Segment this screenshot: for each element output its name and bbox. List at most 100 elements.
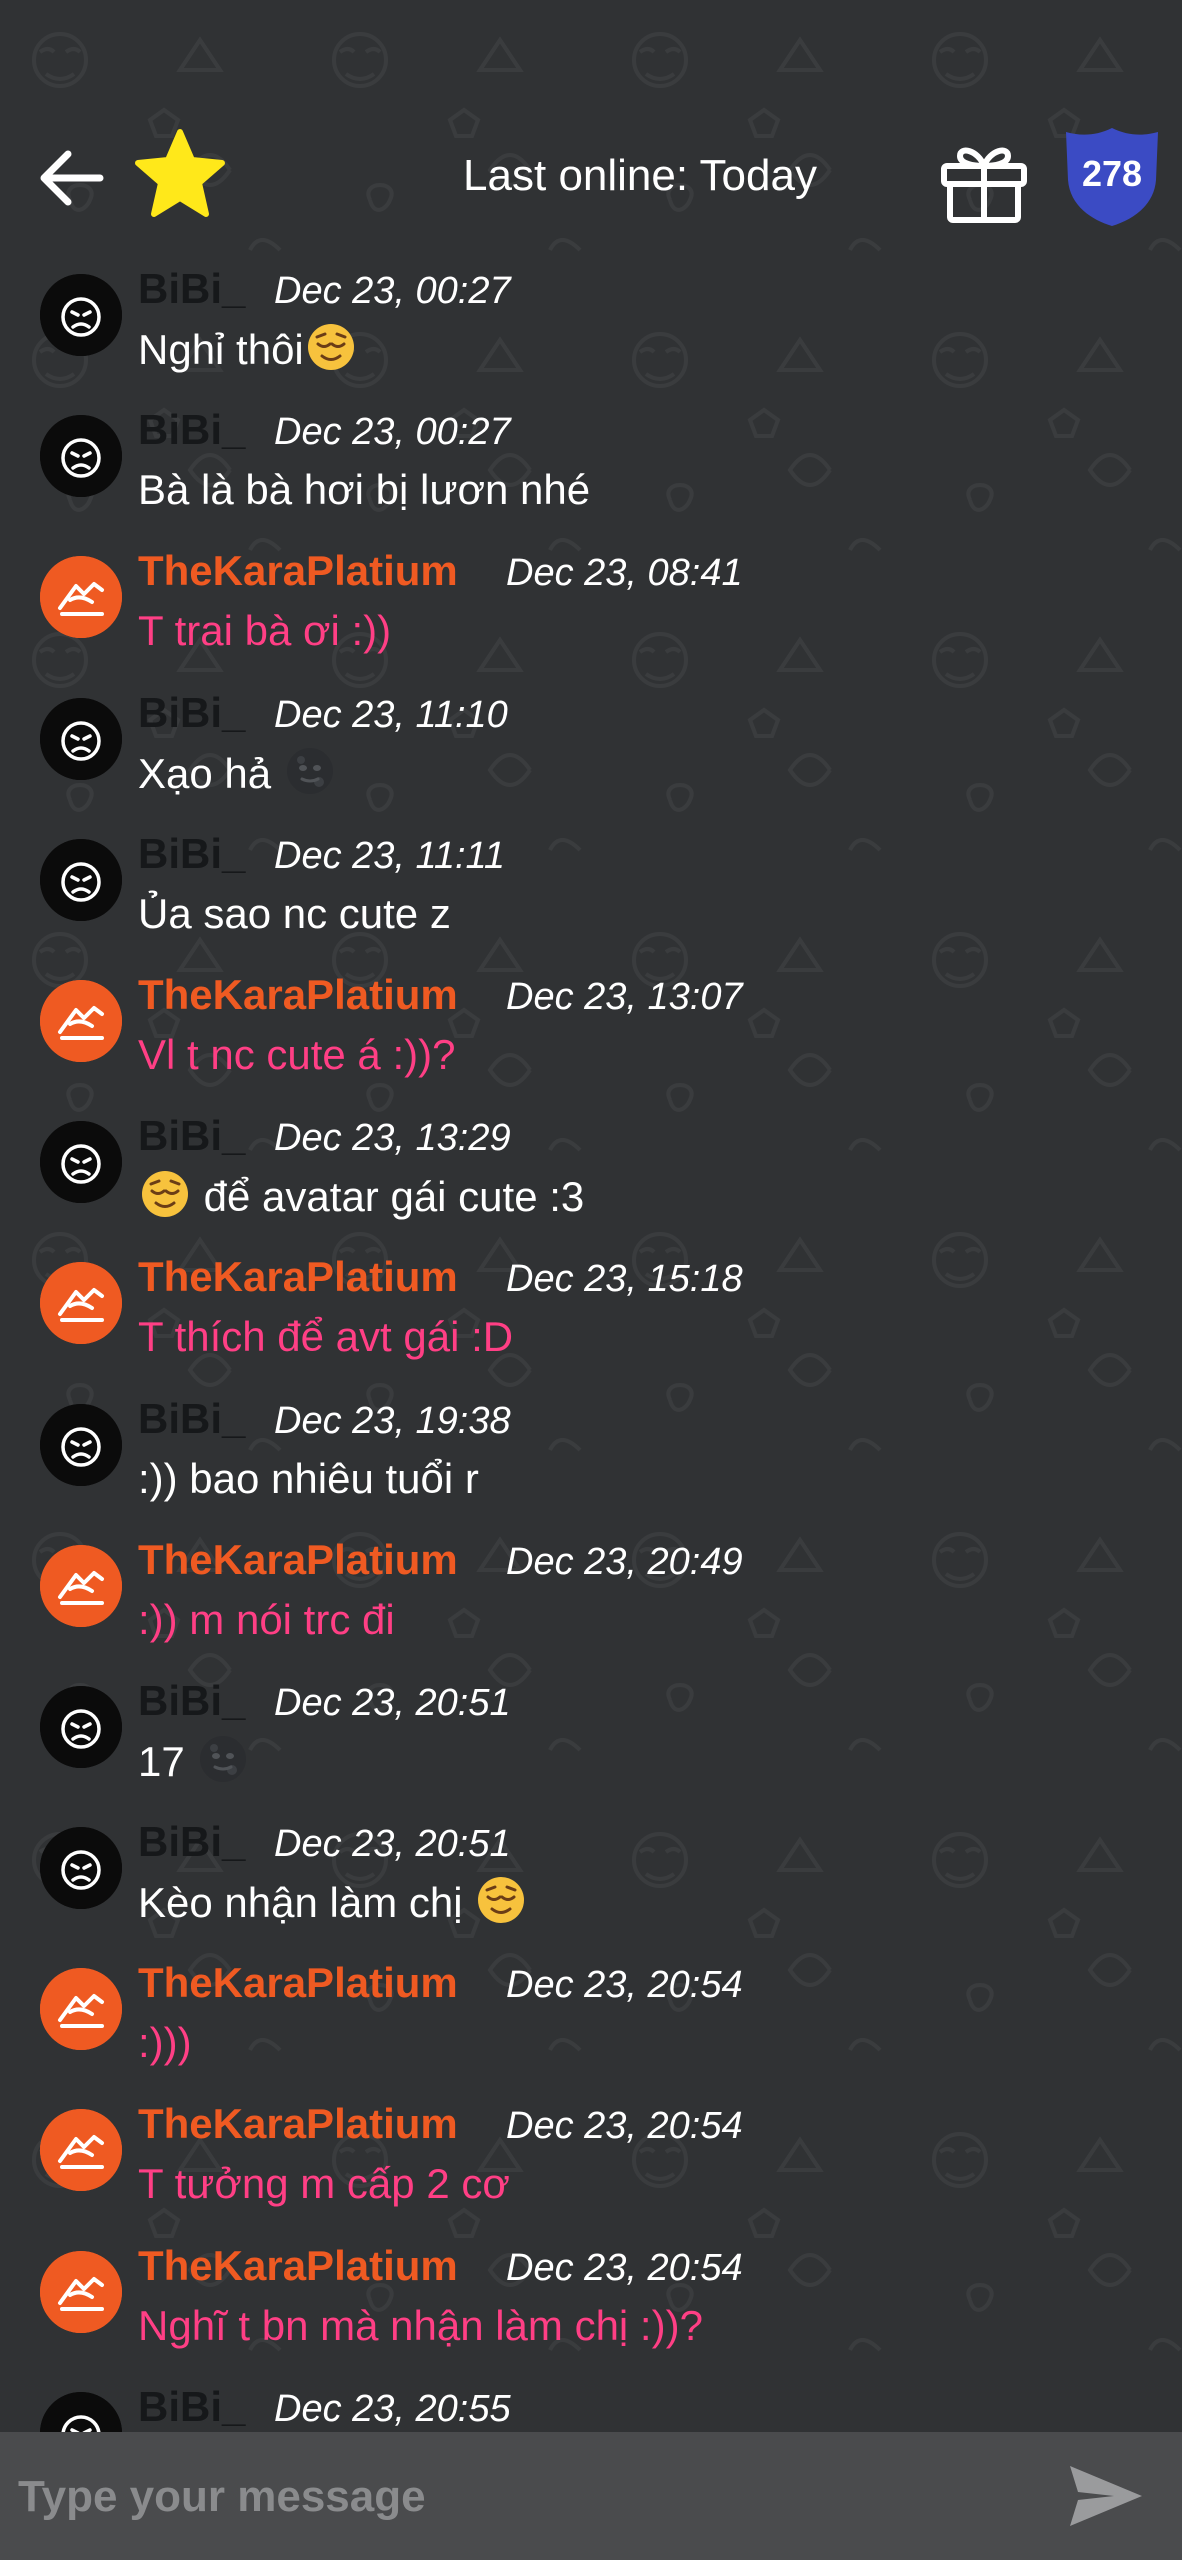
message-body: :))) — [138, 2019, 192, 2067]
message-item[interactable]: TheKaraPlatium Dec 23, 08:41 T trai bà ơi … — [0, 540, 1182, 681]
level-badge[interactable]: 278 — [1062, 124, 1162, 228]
send-button[interactable] — [1066, 2460, 1146, 2532]
message-text: Kèo nhận làm chị — [138, 1875, 528, 1930]
chat-screen: Last online: Today 278 BiBi_ Dec 23, 00:2… — [0, 0, 1182, 2560]
message-text: :)) bao nhiêu tuổi r — [138, 1452, 479, 1506]
star-icon — [135, 129, 225, 217]
sender-name[interactable]: TheKaraPlatium — [138, 1535, 458, 1585]
message-text: Xạo hả — [138, 746, 337, 801]
message-timestamp: Dec 23, 13:29 — [274, 1117, 511, 1160]
message-item[interactable]: TheKaraPlatium Dec 23, 20:54 T tưởng m cấp… — [0, 2093, 1182, 2234]
sender-name[interactable]: BiBi_ — [138, 2382, 245, 2432]
frown-face-avatar-icon — [40, 2391, 122, 2432]
avatar[interactable] — [40, 415, 122, 498]
avatar[interactable] — [40, 1685, 122, 1768]
message-item[interactable]: BiBi_ Dec 23, 00:27 Nghỉ thôi — [0, 258, 1182, 399]
sender-name[interactable]: BiBi_ — [138, 264, 245, 314]
message-body: Ủa sao nc cute z — [138, 889, 451, 937]
favorite-button[interactable] — [132, 126, 228, 222]
message-timestamp: Dec 23, 20:54 — [506, 2105, 743, 2148]
frown-face-avatar-icon — [40, 838, 122, 921]
message-timestamp: Dec 23, 20:49 — [506, 1540, 743, 1583]
message-item[interactable]: BiBi_ Dec 23, 11:11 Ủa sao nc cute z — [0, 823, 1182, 964]
message-body: để avatar gái cute :3 — [203, 1173, 585, 1221]
message-item[interactable]: TheKaraPlatium Dec 23, 15:18 T thích để av… — [0, 1246, 1182, 1387]
brand-logo-avatar-icon — [40, 979, 122, 1062]
message-text: :))) — [138, 2016, 192, 2070]
gift-button[interactable] — [938, 140, 1030, 224]
message-item[interactable]: BiBi_ Dec 23, 11:10 Xạo hả — [0, 682, 1182, 823]
message-body: Vl t nc cute á :))? — [138, 1030, 456, 1078]
last-online-status: Last online: Today — [463, 151, 817, 200]
new-moon-face-icon — [285, 746, 335, 796]
sender-name[interactable]: BiBi_ — [138, 1817, 245, 1867]
avatar[interactable] — [40, 1262, 122, 1345]
message-timestamp: Dec 23, 11:11 — [274, 834, 505, 877]
avatar[interactable] — [40, 1403, 122, 1486]
message-item[interactable]: TheKaraPlatium Dec 23, 20:54:))) — [0, 1952, 1182, 2093]
message-item[interactable]: BiBi_ Dec 23, 13:29 để avatar gái cute :3 — [0, 1105, 1182, 1246]
message-input[interactable] — [16, 2452, 1040, 2542]
frown-face-avatar-icon — [40, 1403, 122, 1486]
avatar[interactable] — [40, 838, 122, 921]
avatar[interactable] — [40, 2391, 122, 2432]
message-list[interactable]: BiBi_ Dec 23, 00:27 Nghỉ thôi BiBi_ Dec 23, … — [0, 258, 1182, 2432]
message-text: Nghỉ thôi — [138, 322, 358, 377]
message-timestamp: Dec 23, 11:10 — [274, 693, 508, 736]
relieved-face-icon — [306, 322, 356, 372]
message-body: T trai bà ơi :)) — [138, 607, 392, 655]
sender-name[interactable]: TheKaraPlatium — [138, 2099, 458, 2149]
message-timestamp: Dec 23, 20:54 — [506, 2246, 743, 2289]
arrow-left-icon — [40, 150, 104, 206]
new-moon-face-icon — [198, 1734, 248, 1784]
sender-name[interactable]: BiBi_ — [138, 1111, 245, 1161]
avatar[interactable] — [40, 274, 122, 356]
message-item[interactable]: BiBi_ Dec 23, 20:51 17 — [0, 1670, 1182, 1811]
message-text: T trai bà ơi :)) — [138, 604, 391, 658]
avatar[interactable] — [40, 979, 122, 1062]
avatar[interactable] — [40, 1544, 122, 1627]
sender-name[interactable]: BiBi_ — [138, 829, 245, 879]
send-icon — [1070, 2466, 1142, 2526]
sender-name[interactable]: TheKaraPlatium — [138, 1958, 458, 2008]
message-item[interactable]: TheKaraPlatium Dec 23, 13:07 Vl t nc cute … — [0, 964, 1182, 1105]
sender-name[interactable]: TheKaraPlatium — [138, 1252, 458, 1302]
message-text: Nghĩ t bn mà nhận làm chị :))? — [138, 2299, 703, 2353]
avatar[interactable] — [40, 2109, 122, 2192]
message-timestamp: Dec 23, 15:18 — [506, 1258, 743, 1301]
back-button[interactable] — [32, 138, 112, 218]
avatar[interactable] — [40, 1968, 122, 2051]
message-text: Vl t nc cute á :))? — [138, 1028, 455, 1082]
message-body: T thích để avt gái :D — [138, 1313, 514, 1361]
message-item[interactable]: TheKaraPlatium Dec 23, 20:49 :)) m nói trc… — [0, 1529, 1182, 1670]
avatar[interactable] — [40, 2250, 122, 2333]
sender-name[interactable]: BiBi_ — [138, 688, 245, 738]
sender-name[interactable]: TheKaraPlatium — [138, 970, 458, 1020]
message-text: T tưởng m cấp 2 cơ — [138, 2157, 510, 2211]
message-item[interactable]: BiBi_ Dec 23, 20:51 Kèo nhận làm chị — [0, 1811, 1182, 1952]
message-text: Ủa sao nc cute z — [138, 887, 451, 941]
sender-name[interactable]: BiBi_ — [138, 1394, 245, 1444]
sender-name[interactable]: BiBi_ — [138, 405, 245, 455]
message-composer — [0, 2432, 1182, 2560]
message-item[interactable]: BiBi_ Dec 23, 19:38:)) bao nhiêu tuổi r — [0, 1388, 1182, 1529]
message-text: để avatar gái cute :3 — [138, 1169, 584, 1224]
message-item[interactable]: BiBi_ Dec 23, 00:27 Bà là bà hơi bị lươn n… — [0, 399, 1182, 540]
sender-name[interactable]: TheKaraPlatium — [138, 546, 458, 596]
message-item[interactable]: BiBi_ Dec 23, 20:55 — [0, 2376, 1182, 2432]
message-body: :)) m nói trc đi — [138, 1595, 395, 1643]
message-timestamp: Dec 23, 00:27 — [274, 270, 511, 312]
avatar[interactable] — [40, 556, 122, 639]
frown-face-avatar-icon — [40, 274, 122, 356]
avatar[interactable] — [40, 697, 122, 780]
message-item[interactable]: TheKaraPlatium Dec 23, 20:54 Nghĩ t bn mà … — [0, 2235, 1182, 2376]
frown-face-avatar-icon — [40, 415, 122, 498]
sender-name[interactable]: BiBi_ — [138, 1676, 245, 1726]
brand-logo-avatar-icon — [40, 1544, 122, 1627]
sender-name[interactable]: TheKaraPlatium — [138, 2241, 458, 2291]
avatar[interactable] — [40, 1121, 122, 1204]
avatar[interactable] — [40, 1827, 122, 1910]
message-timestamp: Dec 23, 20:55 — [274, 2387, 511, 2430]
frown-face-avatar-icon — [40, 697, 122, 780]
frown-face-avatar-icon — [40, 1827, 122, 1910]
